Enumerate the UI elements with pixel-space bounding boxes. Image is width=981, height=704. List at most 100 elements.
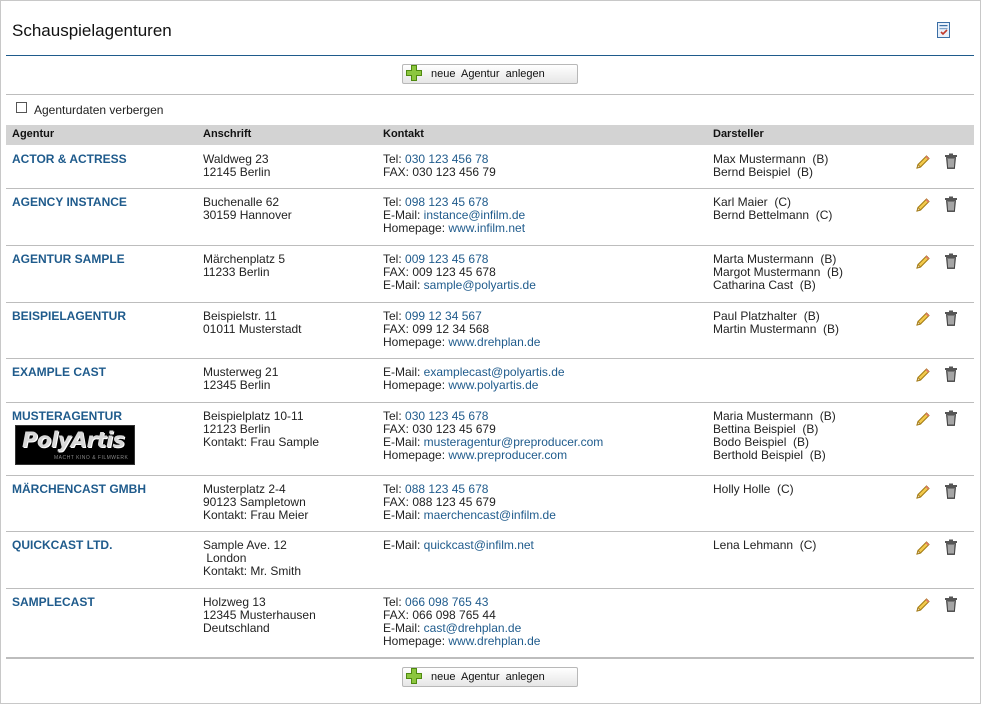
add-agency-button-top[interactable]: neue Agentur anlegen xyxy=(402,64,578,84)
agency-contact: Tel: 066 098 765 43 FAX: 066 098 765 44 E-… xyxy=(383,596,540,648)
trash-icon[interactable] xyxy=(944,153,958,169)
contact-label: Tel: xyxy=(383,482,406,496)
agency-name-link[interactable]: MÄRCHENCAST GMBH xyxy=(12,483,146,496)
trash-icon[interactable] xyxy=(944,253,958,269)
address-line: 30159 Hannover xyxy=(203,208,292,222)
agency-name-link[interactable]: ACTOR & ACTRESS xyxy=(12,153,127,166)
contact-link[interactable]: musteragentur@preproducer.com xyxy=(424,435,604,449)
table-header: Agentur Anschrift Kontakt Darsteller xyxy=(6,125,974,145)
trash-icon[interactable] xyxy=(944,310,958,326)
contact-label: E-Mail: xyxy=(383,278,424,292)
agency-name-link[interactable]: AGENTUR SAMPLE xyxy=(12,253,125,266)
trash-icon[interactable] xyxy=(944,196,958,212)
edit-pencil-icon[interactable] xyxy=(915,411,931,427)
hide-data-label: Agenturdaten verbergen xyxy=(34,103,164,117)
table-row: EXAMPLE CAST Musterweg 21 12345 Berlin E-Ma… xyxy=(6,359,974,403)
contact-link[interactable]: sample@polyartis.de xyxy=(424,278,536,292)
contact-label: Tel: xyxy=(383,152,406,166)
contact-link[interactable]: 088 123 45 678 xyxy=(405,482,488,496)
agency-address: Musterweg 21 12345 Berlin xyxy=(203,366,278,392)
contact-link[interactable]: quickcast@infilm.net xyxy=(424,538,534,552)
agency-actors: Paul Platzhalter (B) Martin Mustermann (B… xyxy=(713,310,839,336)
address-line: Kontakt: Frau Meier xyxy=(203,508,309,522)
contact-link[interactable]: examplecast@polyartis.de xyxy=(424,365,565,379)
agency-name-link[interactable]: AGENCY INSTANCE xyxy=(12,196,127,209)
contact-link[interactable]: www.drehplan.de xyxy=(448,335,540,349)
add-agency-button-bottom[interactable]: neue Agentur anlegen xyxy=(402,667,578,687)
table-row: MÄRCHENCAST GMBH Musterplatz 2-4 90123 Sam… xyxy=(6,476,974,532)
contact-label: E-Mail: xyxy=(383,365,424,379)
contact-line: FAX: 030 123 456 79 xyxy=(383,166,496,179)
agency-name-link[interactable]: EXAMPLE CAST xyxy=(12,366,106,379)
hide-data-checkbox[interactable] xyxy=(16,102,27,113)
agency-contact: E-Mail: examplecast@polyartis.de Homepage… xyxy=(383,366,565,392)
edit-pencil-icon[interactable] xyxy=(915,197,931,213)
contact-link[interactable]: instance@infilm.de xyxy=(424,208,526,222)
contact-value: 088 123 45 679 xyxy=(412,495,496,509)
trash-icon[interactable] xyxy=(944,366,958,382)
contact-label: Tel: xyxy=(383,195,406,209)
agency-name-link[interactable]: QUICKCAST LTD. xyxy=(12,539,112,552)
agency-name-link[interactable]: SAMPLECAST xyxy=(12,596,95,609)
contact-value: 066 098 765 44 xyxy=(412,608,496,622)
actor-name: Bernd Bettelmann (C) xyxy=(713,208,833,222)
trash-icon[interactable] xyxy=(944,483,958,499)
contact-link[interactable]: www.polyartis.de xyxy=(448,378,538,392)
trash-icon[interactable] xyxy=(944,596,958,612)
agency-address: Märchenplatz 5 11233 Berlin xyxy=(203,253,285,279)
trash-icon[interactable] xyxy=(944,410,958,426)
add-agency-label: neue Agentur anlegen xyxy=(431,68,545,80)
agency-actors: Karl Maier (C) Bernd Bettelmann (C) xyxy=(713,196,832,222)
contact-link[interactable]: 009 123 45 678 xyxy=(405,252,488,266)
address-line: 12345 Berlin xyxy=(203,378,271,392)
header-anschrift: Anschrift xyxy=(203,128,252,140)
contact-label: FAX: xyxy=(383,495,413,509)
edit-pencil-icon[interactable] xyxy=(915,484,931,500)
contact-label: Tel: xyxy=(383,309,406,323)
address-line: Kontakt: Mr. Smith xyxy=(203,564,302,578)
agency-actors: Lena Lehmann (C) xyxy=(713,539,816,552)
contact-link[interactable]: maerchencast@infilm.de xyxy=(424,508,556,522)
contact-label: Homepage: xyxy=(383,448,449,462)
contact-label: E-Mail: xyxy=(383,621,424,635)
edit-pencil-icon[interactable] xyxy=(915,254,931,270)
agency-contact: Tel: 088 123 45 678 FAX: 088 123 45 679 E-… xyxy=(383,483,556,522)
contact-line: Homepage: www.drehplan.de xyxy=(383,635,540,648)
table-row: AGENTUR SAMPLE Märchenplatz 5 11233 Berlin… xyxy=(6,246,974,303)
contact-line: Homepage: www.preproducer.com xyxy=(383,449,603,462)
agency-address: Beispielstr. 11 01011 Musterstadt xyxy=(203,310,302,336)
trash-icon[interactable] xyxy=(944,539,958,555)
agency-address: Buchenalle 62 30159 Hannover xyxy=(203,196,292,222)
page-title: Schauspielagenturen xyxy=(12,21,172,40)
contact-label: Homepage: xyxy=(383,378,449,392)
address-line: Kontakt: Frau Sample xyxy=(203,435,320,449)
edit-pencil-icon[interactable] xyxy=(915,540,931,556)
edit-pencil-icon[interactable] xyxy=(915,311,931,327)
edit-pencil-icon[interactable] xyxy=(915,597,931,613)
contact-link[interactable]: 099 12 34 567 xyxy=(405,309,482,323)
contact-link[interactable]: 066 098 765 43 xyxy=(405,595,488,609)
contact-link[interactable]: cast@drehplan.de xyxy=(424,621,522,635)
edit-pencil-icon[interactable] xyxy=(915,154,931,170)
contact-label: Homepage: xyxy=(383,335,449,349)
add-agency-label: neue Agentur anlegen xyxy=(431,671,545,683)
contact-label: E-Mail: xyxy=(383,208,424,222)
contact-link[interactable]: 098 123 45 678 xyxy=(405,195,488,209)
contact-link[interactable]: www.preproducer.com xyxy=(448,448,567,462)
contact-link[interactable]: 030 123 45 678 xyxy=(405,409,488,423)
table-row: QUICKCAST LTD. Sample Ave. 12 London Konta… xyxy=(6,532,974,589)
print-icon[interactable] xyxy=(937,22,951,38)
edit-pencil-icon[interactable] xyxy=(915,367,931,383)
address-line: Deutschland xyxy=(203,621,270,635)
contact-link[interactable]: www.infilm.net xyxy=(448,221,525,235)
agency-address: Musterplatz 2-4 90123 Sampletown Kontakt: … xyxy=(203,483,308,522)
actor-name: Martin Mustermann (B) xyxy=(713,322,840,336)
agency-name-link[interactable]: BEISPIELAGENTUR xyxy=(12,310,126,323)
agency-name-link[interactable]: MUSTERAGENTUR xyxy=(12,410,122,423)
contact-link[interactable]: www.drehplan.de xyxy=(448,634,540,648)
contact-link[interactable]: 030 123 456 78 xyxy=(405,152,488,166)
contact-value: 099 12 34 568 xyxy=(412,322,490,336)
contact-label: Tel: xyxy=(383,409,406,423)
actor-name: Catharina Cast (B) xyxy=(713,278,816,292)
contact-value: 030 123 45 679 xyxy=(412,422,496,436)
